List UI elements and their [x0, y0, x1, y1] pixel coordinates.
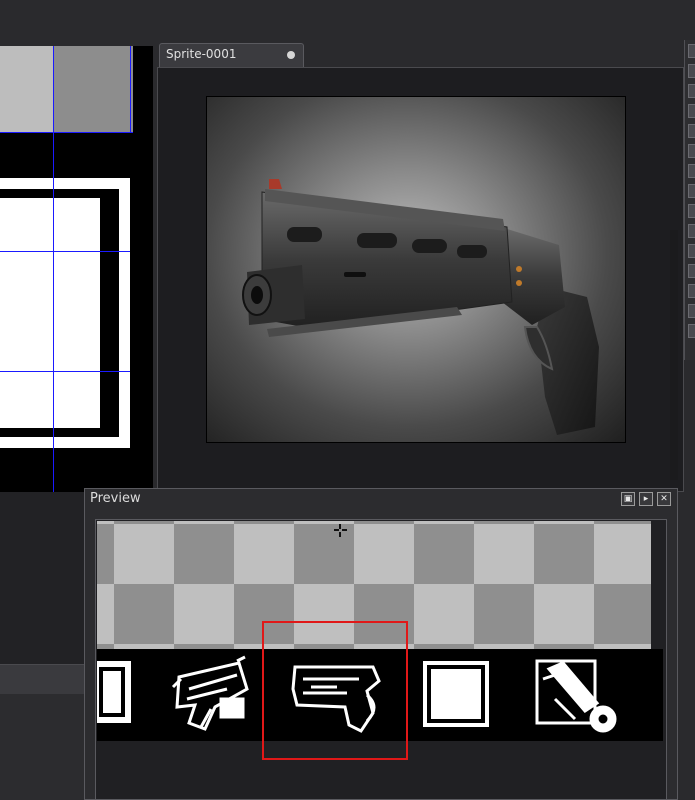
left-canvas[interactable] — [0, 46, 153, 492]
frame-blank-icon — [97, 661, 131, 723]
tab-title: Sprite-0001 — [166, 47, 237, 61]
tab-close-icon[interactable] — [287, 51, 295, 59]
selected-frame-highlight[interactable] — [262, 621, 408, 760]
preview-title: Preview — [90, 491, 141, 506]
maximize-icon[interactable]: ▣ — [621, 492, 635, 506]
horizontal-guide[interactable] — [0, 251, 130, 252]
close-icon[interactable]: ✕ — [657, 492, 671, 506]
toolbar-button[interactable] — [688, 324, 695, 338]
toolbar-button[interactable] — [688, 124, 695, 138]
toolbar-button[interactable] — [688, 284, 695, 298]
toolbar-button[interactable] — [688, 224, 695, 238]
frame-gun-sketch-icon — [171, 655, 249, 731]
left-panel-footer — [0, 694, 86, 800]
toolbar-button[interactable] — [688, 264, 695, 278]
tab-sprite-0001[interactable]: Sprite-0001 — [159, 43, 304, 67]
canvas-top-strip — [0, 46, 133, 132]
canvas-frame-core — [0, 206, 95, 416]
crosshair-icon — [334, 524, 347, 537]
right-toolbar — [684, 40, 695, 360]
play-icon[interactable]: ▸ — [639, 492, 653, 506]
frame-blank-icon — [423, 661, 489, 727]
vertical-guide[interactable] — [53, 46, 54, 492]
toolbar-button[interactable] — [688, 204, 695, 218]
toolbar-button[interactable] — [688, 104, 695, 118]
toolbar-button[interactable] — [688, 144, 695, 158]
toolbar-button[interactable] — [688, 84, 695, 98]
toolbar-button[interactable] — [688, 44, 695, 58]
left-panel-bar — [0, 664, 86, 694]
toolbar-button[interactable] — [688, 64, 695, 78]
revolver-icon — [242, 179, 599, 435]
toolbar-button[interactable] — [688, 164, 695, 178]
toolbar-button[interactable] — [688, 244, 695, 258]
horizontal-guide[interactable] — [0, 132, 133, 133]
horizontal-guide[interactable] — [0, 371, 130, 372]
toolbar-button[interactable] — [688, 184, 695, 198]
toolbar-button[interactable] — [688, 304, 695, 318]
frame-gun-barrel-icon — [535, 659, 617, 733]
sprite-image[interactable] — [206, 96, 626, 443]
vertical-scrollbar[interactable] — [670, 230, 678, 480]
vertical-guide[interactable] — [130, 46, 131, 132]
